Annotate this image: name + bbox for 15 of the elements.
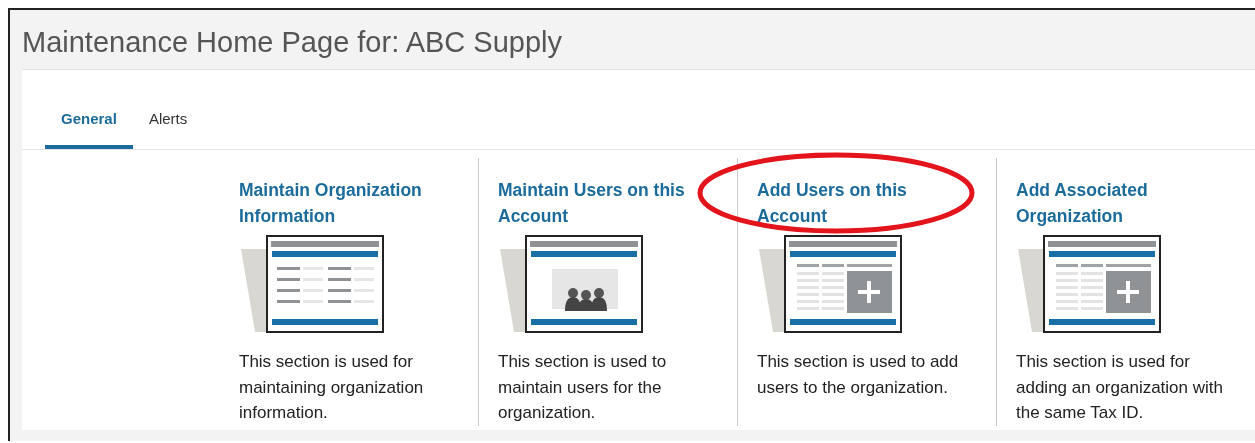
tab[interactable]: Alerts	[132, 110, 204, 149]
card-description: This section is used for adding an organization with the same Tax ID.	[1016, 351, 1224, 424]
tab[interactable]: General	[45, 110, 133, 149]
form-page-icon	[241, 235, 385, 333]
users-page-icon	[500, 235, 644, 333]
card-description: This section is used for maintaining organization information.	[239, 351, 425, 424]
add-page-icon	[759, 235, 903, 333]
card-title-link[interactable]: Maintain Organization Information	[239, 177, 454, 229]
card-title-link[interactable]: Add Users on this Account	[757, 177, 972, 229]
add-page-icon	[1018, 235, 1162, 333]
card-title-link[interactable]: Maintain Users on this Account	[498, 177, 713, 229]
page-title: Maintenance Home Page for: ABC Supply	[21, 25, 564, 60]
card-description: This section is used to add users to the organization.	[757, 351, 960, 399]
card-description: This section is used to maintain users for the organization.	[498, 351, 668, 424]
card-title-link[interactable]: Add Associated Organization	[1016, 177, 1231, 229]
